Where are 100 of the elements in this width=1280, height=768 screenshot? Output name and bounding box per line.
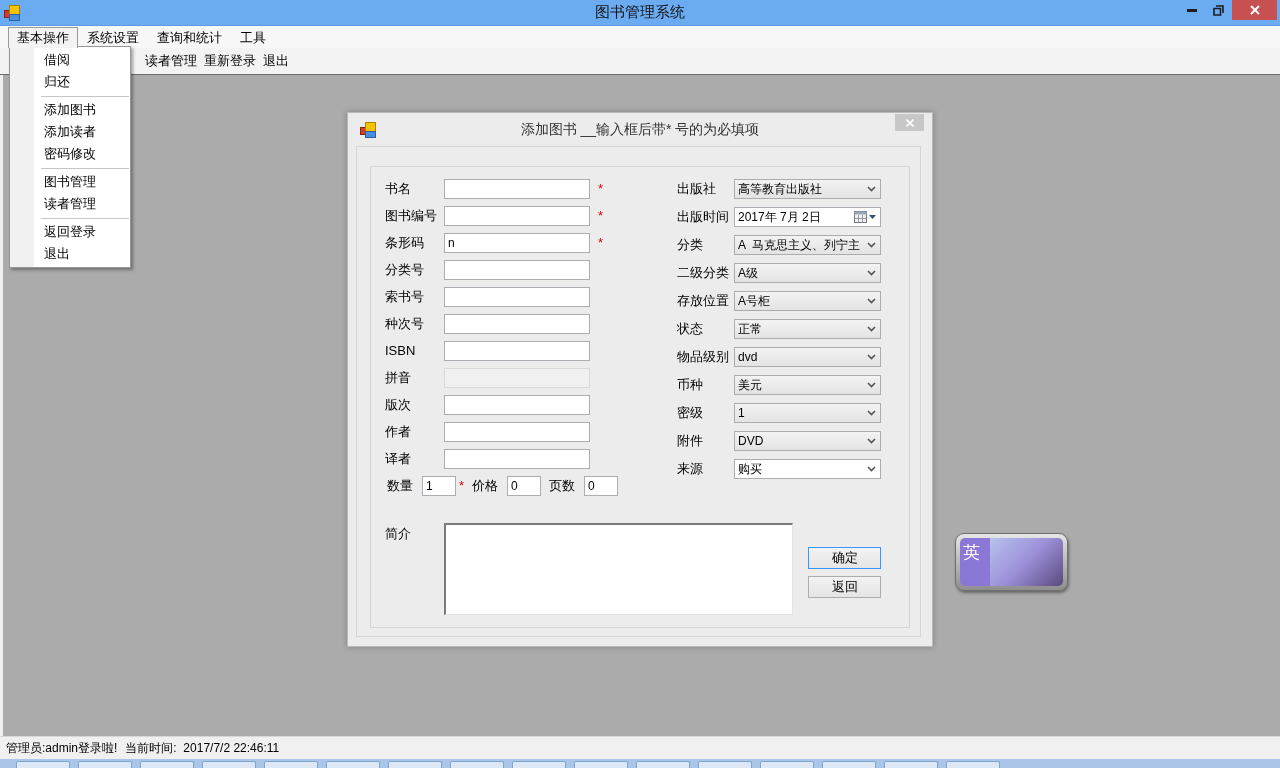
taskbar-app-icon[interactable] bbox=[512, 761, 566, 768]
menu-item[interactable]: 基本操作 bbox=[8, 27, 78, 48]
taskbar-app-icon[interactable] bbox=[264, 761, 318, 768]
app-icon bbox=[4, 4, 20, 21]
taskbar-app-icon[interactable] bbox=[450, 761, 504, 768]
menu-item[interactable]: 查询和统计 bbox=[148, 27, 231, 48]
dropdown-menu-item[interactable]: 归还 bbox=[10, 71, 130, 93]
field-label: 物品级别 bbox=[677, 348, 730, 367]
dropdown-menu-item[interactable]: 添加图书 bbox=[10, 99, 130, 121]
menu-item[interactable]: 系统设置 bbox=[78, 27, 148, 48]
text-field[interactable]: n bbox=[444, 233, 590, 253]
toolbar-button[interactable]: 读者管理 bbox=[145, 51, 197, 71]
caret-down-icon bbox=[867, 242, 876, 248]
dropdown-select[interactable]: A级 bbox=[734, 263, 881, 283]
dropdown-select[interactable]: 正常 bbox=[734, 319, 881, 339]
dropdown-select[interactable]: dvd bbox=[734, 347, 881, 367]
field-label: 索书号 bbox=[385, 288, 425, 307]
taskbar-app-icon[interactable] bbox=[760, 761, 814, 768]
required-mark: * bbox=[459, 477, 465, 496]
dropdown-menu-item[interactable]: 读者管理 bbox=[10, 193, 130, 215]
date-picker[interactable]: 2017年 7月 2日 bbox=[734, 207, 881, 227]
taskbar-app-icon[interactable] bbox=[140, 761, 194, 768]
field-label: 密级 bbox=[677, 404, 704, 423]
field-label: 币种 bbox=[677, 376, 704, 395]
text-field[interactable] bbox=[444, 341, 590, 361]
caret-down-icon bbox=[867, 466, 876, 472]
close-icon bbox=[1249, 5, 1260, 15]
dropdown-select[interactable]: DVD bbox=[734, 431, 881, 451]
field-label: ISBN bbox=[385, 342, 417, 361]
taskbar-app-icon[interactable] bbox=[78, 761, 132, 768]
caret-down-icon bbox=[867, 270, 876, 276]
dropdown-menu-item[interactable]: 退出 bbox=[10, 243, 130, 265]
field-label: 分类号 bbox=[385, 261, 425, 280]
text-field[interactable] bbox=[444, 179, 590, 199]
caret-down-icon bbox=[867, 438, 876, 444]
taskbar-app-icon[interactable] bbox=[946, 761, 1000, 768]
text-field[interactable] bbox=[444, 314, 590, 334]
field-label: 图书编号 bbox=[385, 207, 438, 226]
required-mark: * bbox=[598, 234, 604, 253]
field-label: 书名 bbox=[385, 180, 412, 199]
close-button[interactable] bbox=[1232, 0, 1277, 20]
text-field[interactable] bbox=[444, 422, 590, 442]
taskbar-app-icon[interactable] bbox=[636, 761, 690, 768]
taskbar-app-icon[interactable] bbox=[16, 761, 70, 768]
menu-item[interactable]: 工具 bbox=[231, 27, 275, 48]
dropdown-select[interactable]: 1 bbox=[734, 403, 881, 423]
caret-down-icon bbox=[869, 215, 876, 219]
taskbar-app-icon[interactable] bbox=[884, 761, 938, 768]
caret-down-icon bbox=[867, 354, 876, 360]
dropdown-select[interactable]: 高等教育出版社 bbox=[734, 179, 881, 199]
text-field[interactable] bbox=[444, 287, 590, 307]
field-label: 来源 bbox=[677, 460, 704, 479]
dropdown-menu-item[interactable]: 返回登录 bbox=[10, 221, 130, 243]
taskbar-app-icon[interactable] bbox=[574, 761, 628, 768]
close-icon bbox=[905, 118, 914, 127]
taskbar-app-icon[interactable] bbox=[822, 761, 876, 768]
description-field[interactable] bbox=[444, 523, 793, 615]
field-label: 简介 bbox=[385, 525, 412, 543]
taskbar-app-icon[interactable] bbox=[202, 761, 256, 768]
toolbar-button[interactable]: 退出 bbox=[263, 51, 289, 71]
number-field[interactable]: 0 bbox=[584, 476, 619, 496]
dropdown-menu-item[interactable]: 密码修改 bbox=[10, 143, 130, 165]
input-mode-toggle[interactable]: 英 bbox=[960, 538, 990, 586]
toolbar-button[interactable]: 重新登录 bbox=[204, 51, 256, 71]
dialog-button[interactable]: 返回 bbox=[808, 576, 881, 598]
text-field[interactable] bbox=[444, 395, 590, 415]
field-label: 状态 bbox=[677, 320, 704, 339]
dropdown-menu-item[interactable]: 借阅 bbox=[10, 49, 130, 71]
close-button[interactable] bbox=[895, 114, 924, 131]
field-label: 价格 bbox=[472, 477, 499, 496]
required-mark: * bbox=[598, 180, 604, 199]
caret-down-icon bbox=[867, 382, 876, 388]
dropdown-menu-item[interactable]: 添加读者 bbox=[10, 121, 130, 143]
text-field[interactable] bbox=[444, 206, 590, 226]
combo-box[interactable]: 购买 bbox=[734, 459, 881, 479]
field-label: 拼音 bbox=[385, 369, 412, 388]
field-label: 出版社 bbox=[677, 180, 717, 199]
taskbar-app-icon[interactable] bbox=[698, 761, 752, 768]
taskbar-app-icon[interactable] bbox=[388, 761, 442, 768]
minimize-icon bbox=[1186, 8, 1197, 12]
dropdown-select[interactable]: 美元 bbox=[734, 375, 881, 395]
dropdown-menu-item[interactable]: 图书管理 bbox=[10, 171, 130, 193]
calendar-icon bbox=[854, 211, 867, 223]
field-label: 版次 bbox=[385, 396, 412, 415]
field-label: 二级分类 bbox=[677, 264, 730, 283]
number-field[interactable]: 1 bbox=[422, 476, 456, 496]
field-label: 附件 bbox=[677, 432, 704, 451]
field-label: 条形码 bbox=[385, 234, 425, 253]
taskbar-app-icon[interactable] bbox=[326, 761, 380, 768]
dropdown-select[interactable]: A 马克思主义、列宁主 bbox=[734, 235, 881, 255]
field-label: 作者 bbox=[385, 423, 412, 442]
restore-icon bbox=[1213, 4, 1224, 16]
number-field[interactable]: 0 bbox=[507, 476, 542, 496]
dropdown-select[interactable]: A号柜 bbox=[734, 291, 881, 311]
text-field[interactable] bbox=[444, 449, 590, 469]
status-text: 管理员:admin登录啦! bbox=[6, 740, 118, 757]
field-label: 出版时间 bbox=[677, 208, 730, 227]
text-field[interactable] bbox=[444, 260, 590, 280]
status-text: 当前时间: 2017/7/2 22:46:11 bbox=[125, 740, 280, 757]
dialog-button[interactable]: 确定 bbox=[808, 547, 881, 569]
